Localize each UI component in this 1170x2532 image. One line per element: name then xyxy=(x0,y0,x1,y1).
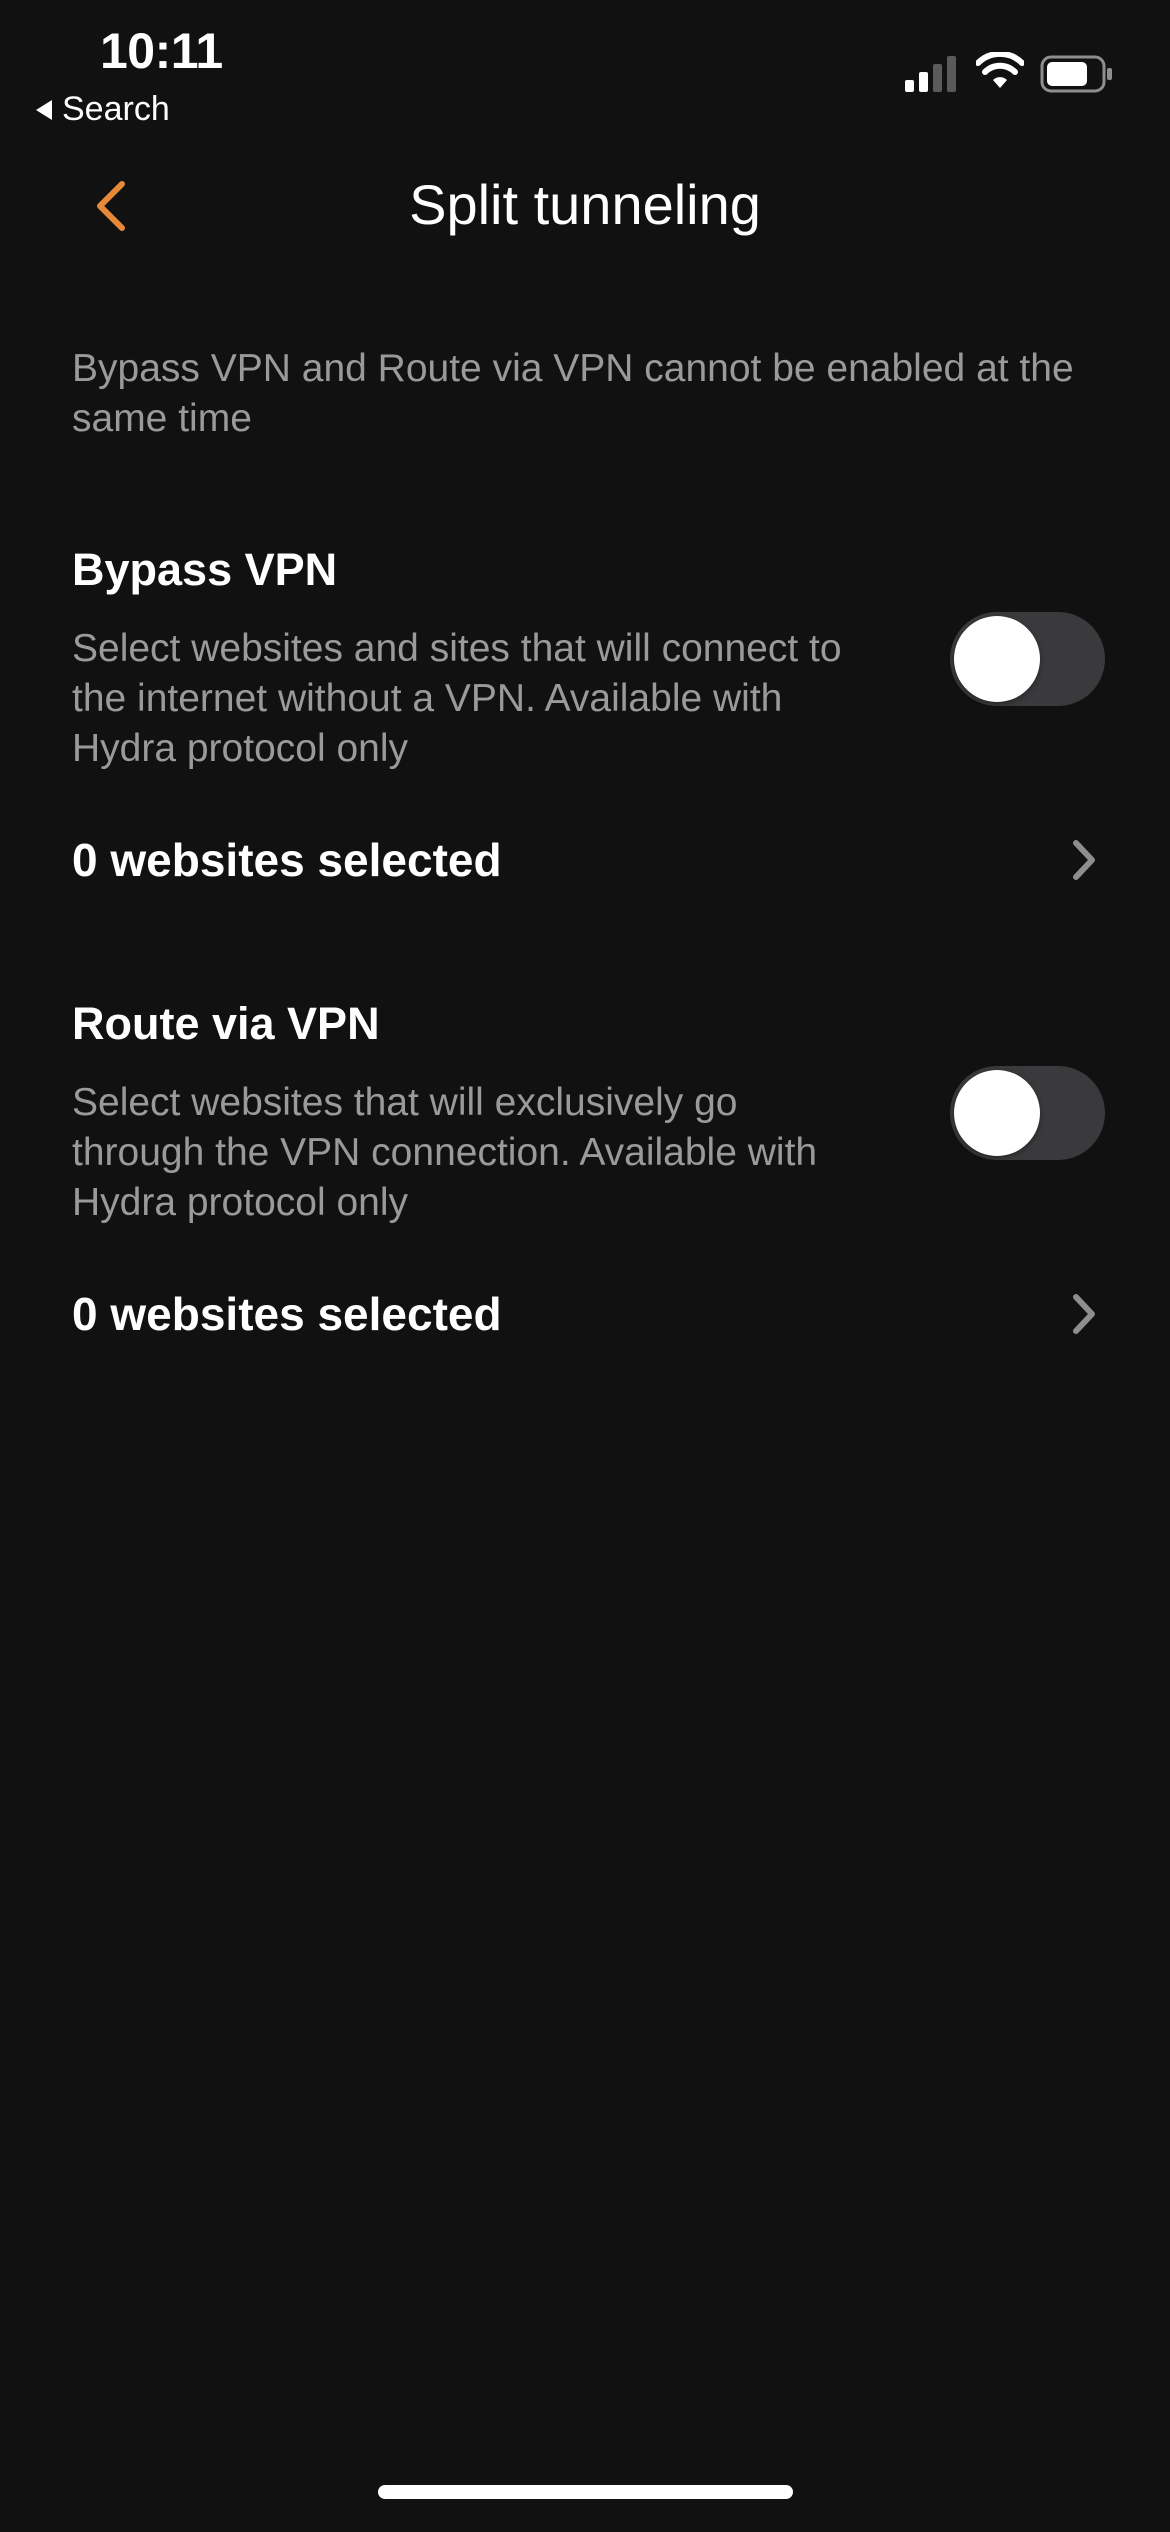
toggle-knob xyxy=(954,1070,1040,1156)
back-triangle-icon xyxy=(36,99,52,120)
route-via-vpn-title: Route via VPN xyxy=(72,998,380,1049)
route-via-vpn-websites-row[interactable]: 0 websites selected xyxy=(72,1274,1098,1354)
page-title: Split tunneling xyxy=(409,173,761,236)
bypass-vpn-description: Select websites and sites that will conn… xyxy=(72,627,842,770)
bypass-vpn-websites-row[interactable]: 0 websites selected xyxy=(72,820,1098,900)
toggle-knob xyxy=(954,616,1040,702)
route-via-vpn-description: Select websites that will exclusively go… xyxy=(72,1081,818,1224)
bypass-vpn-title: Bypass VPN xyxy=(72,544,338,595)
route-via-vpn-toggle[interactable] xyxy=(950,1066,1105,1160)
battery-icon xyxy=(1040,55,1112,93)
back-to-app-label: Search xyxy=(62,90,170,128)
back-to-app-link[interactable]: Search xyxy=(36,90,170,129)
status-time: 10:11 xyxy=(100,23,223,79)
bypass-vpn-toggle[interactable] xyxy=(950,612,1105,706)
route-via-vpn-websites-label: 0 websites selected xyxy=(72,1288,502,1340)
chevron-right-icon xyxy=(1073,840,1095,880)
notice-text: Bypass VPN and Route via VPN cannot be e… xyxy=(72,347,1074,440)
bypass-vpn-websites-label: 0 websites selected xyxy=(72,834,502,886)
chevron-right-icon xyxy=(1073,1294,1095,1334)
wifi-icon xyxy=(976,52,1024,88)
home-indicator[interactable] xyxy=(378,2485,793,2499)
cellular-signal-icon xyxy=(905,56,956,92)
